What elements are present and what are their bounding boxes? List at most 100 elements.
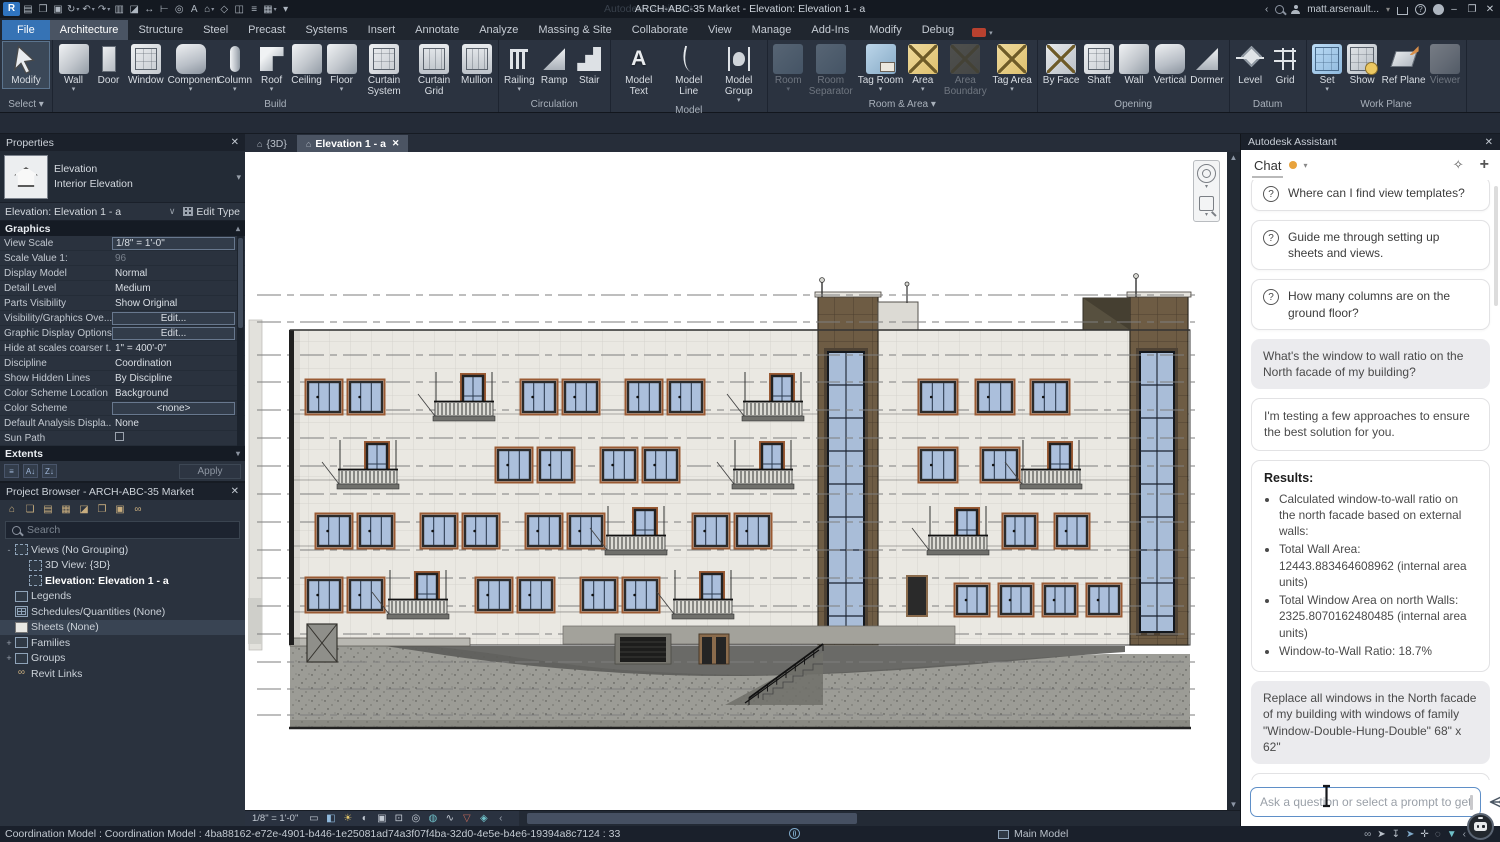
search-icon[interactable] [1275,5,1284,14]
tree-toggle-icon[interactable]: + [4,653,14,663]
property-row-show-hidden-lines[interactable]: Show Hidden LinesBy Discipline [0,371,245,386]
crop-region-icon[interactable]: ⊡ [390,813,407,824]
tag-icon[interactable]: ◎ [172,2,186,16]
help-icon[interactable]: ? [1415,4,1426,15]
drawing-viewport[interactable]: ▾ ▾ ▲ ▼ [245,152,1240,810]
ramp-button[interactable]: Ramp [537,42,572,88]
select-pinned-icon[interactable]: ↧ [1392,829,1400,840]
instance-caret-icon[interactable]: ∨ [169,206,176,217]
chat-menu-caret-icon[interactable]: ▾ [1303,161,1307,170]
visual-style-icon[interactable]: ◧ [322,813,339,824]
ribbon-tab-analyze[interactable]: Analyze [469,20,528,40]
dashed-circle-icon[interactable]: ◌ [1435,829,1441,840]
editable-only-icon[interactable]: ∞ [1364,829,1371,840]
curtain-system-button[interactable]: Curtain System [359,42,409,99]
steering-wheel-caret-icon[interactable]: ▾ [1205,185,1208,190]
curtain-grid-button[interactable]: Curtain Grid [409,42,459,99]
project-browser-header[interactable]: Project Browser - ARCH-ABC-35 Market ✕ [0,483,245,500]
prompt-card[interactable]: ?Where can I find view templates? [1251,176,1490,211]
roof-button[interactable]: Roof▾ [254,42,289,94]
properties-header[interactable]: Properties ✕ [0,134,245,151]
sparkle-icon[interactable]: ✧ [1453,157,1464,173]
tree-item-revit-links[interactable]: ∞Revit Links [0,666,245,682]
property-value[interactable]: Edit... [112,312,235,325]
ribbon-tab-structure[interactable]: Structure [128,20,193,40]
ribbon-tab-collaborate[interactable]: Collaborate [622,20,698,40]
property-value[interactable]: None [112,418,235,429]
modify-button[interactable]: Modify [3,42,49,88]
property-row-graphic-display-options[interactable]: Graphic Display OptionsEdit... [0,326,245,341]
property-row-color-scheme-location[interactable]: Color Scheme LocationBackground [0,386,245,401]
tree-item-families[interactable]: +Families [0,635,245,651]
prompt-card[interactable]: ?How many columns are on the ground floo… [1251,279,1490,329]
properties-close-icon[interactable]: ✕ [231,137,239,148]
group-small-icon[interactable]: ▣ [113,503,127,516]
select-links-icon[interactable]: ➤ [1377,829,1385,840]
ref-plane-button[interactable]: Ref Plane [1380,42,1428,88]
dormer-button[interactable]: Dormer [1188,42,1225,88]
component-button[interactable]: Component▾ [166,42,216,94]
model-text-button[interactable]: Model Text [614,42,664,99]
assistant-close-icon[interactable]: ✕ [1485,137,1493,148]
sort-desc-icon[interactable]: Z↓ [42,464,57,478]
new-chat-icon[interactable]: + [1480,156,1489,174]
steering-wheel-2d-icon[interactable] [1197,164,1216,183]
assistant-scrollbar[interactable] [1494,186,1498,306]
window-button[interactable]: Window [126,42,166,88]
property-row-view-scale[interactable]: View Scale1/8" = 1'-0" [0,236,245,251]
tab-chat[interactable]: Chat [1252,153,1283,178]
vertical-scrollbar[interactable]: ▲ ▼ [1227,152,1240,810]
measure-icon[interactable]: ↔ [142,2,156,16]
shadows-icon[interactable]: ◐ [356,813,373,824]
project-browser-close-icon[interactable]: ✕ [231,486,239,497]
ribbon-tab-view[interactable]: View [698,20,742,40]
property-value[interactable]: 1/8" = 1'-0" [112,237,235,250]
property-value[interactable]: Medium [112,283,235,294]
dimension-icon[interactable]: ⊢ [157,2,171,16]
browser-search-box[interactable]: Search [5,521,240,539]
property-row-display-model[interactable]: Display ModelNormal [0,266,245,281]
select-underlay-icon[interactable]: ➤ [1406,829,1414,840]
properties-scrollbar[interactable] [237,236,244,446]
switch-windows-icon[interactable]: ▦▾ [262,2,277,16]
property-value[interactable] [112,432,235,444]
grid-button[interactable]: Grid [1268,42,1303,88]
redo-icon[interactable]: ↷▾ [97,2,111,16]
reveal-constraints-icon[interactable]: ▽ [458,813,475,824]
legend-small-icon[interactable]: ▤ [41,503,55,516]
door-button[interactable]: Door [91,42,126,88]
user-menu-caret-icon[interactable]: ▾ [1386,5,1390,14]
section-graphics[interactable]: Graphics▴ [0,221,245,236]
prompt-card[interactable]: ?Guide me through setting up sheets and … [1251,220,1490,270]
print-icon[interactable]: ▥ [112,2,126,16]
sort-default-icon[interactable]: ≡ [4,464,19,478]
close-view-icon[interactable]: ✕ [392,138,400,149]
model-line-button[interactable]: Model Line [664,42,714,99]
wall-button[interactable]: Wall [1116,42,1151,88]
zoom-caret-icon[interactable]: ▾ [1205,213,1208,218]
collapse-icon[interactable]: ‹ [1463,829,1466,840]
by-face-button[interactable]: By Face [1041,42,1082,88]
collapse-icon[interactable]: ‹ [492,813,509,824]
level-button[interactable]: Level [1233,42,1268,88]
tree-item-schedules-quantities-none-[interactable]: Schedules/Quantities (None) [0,604,245,620]
selection-icon[interactable]: ❏ [23,503,37,516]
section-extents[interactable]: Extents▾ [0,446,245,461]
home-icon[interactable]: ⌂ [5,503,19,516]
property-row-scale-value-1-[interactable]: Scale Value 1:96 [0,251,245,266]
edit-type-button[interactable]: Edit Type [183,206,240,218]
property-value[interactable]: By Discipline [112,373,235,384]
assistant-bubble-icon[interactable] [1433,4,1444,15]
area-button[interactable]: Area▾ [905,42,940,94]
property-row-discipline[interactable]: DisciplineCoordination [0,356,245,371]
save-icon[interactable]: ▣ [51,2,65,16]
column-button[interactable]: Column▾ [216,42,254,94]
sun-path-checkbox[interactable] [115,432,124,441]
type-selector-caret-icon[interactable]: ▾ [236,172,241,183]
transfer-icon[interactable]: ◪ [127,2,141,16]
property-row-sun-path[interactable]: Sun Path [0,431,245,446]
ribbon-group-label[interactable]: Select ▾ [3,99,49,112]
stair-button[interactable]: Stair [572,42,607,88]
signed-in-user[interactable]: matt.arsenault... [1307,4,1379,15]
displaced-elements-icon[interactable]: ◈ [475,813,492,824]
